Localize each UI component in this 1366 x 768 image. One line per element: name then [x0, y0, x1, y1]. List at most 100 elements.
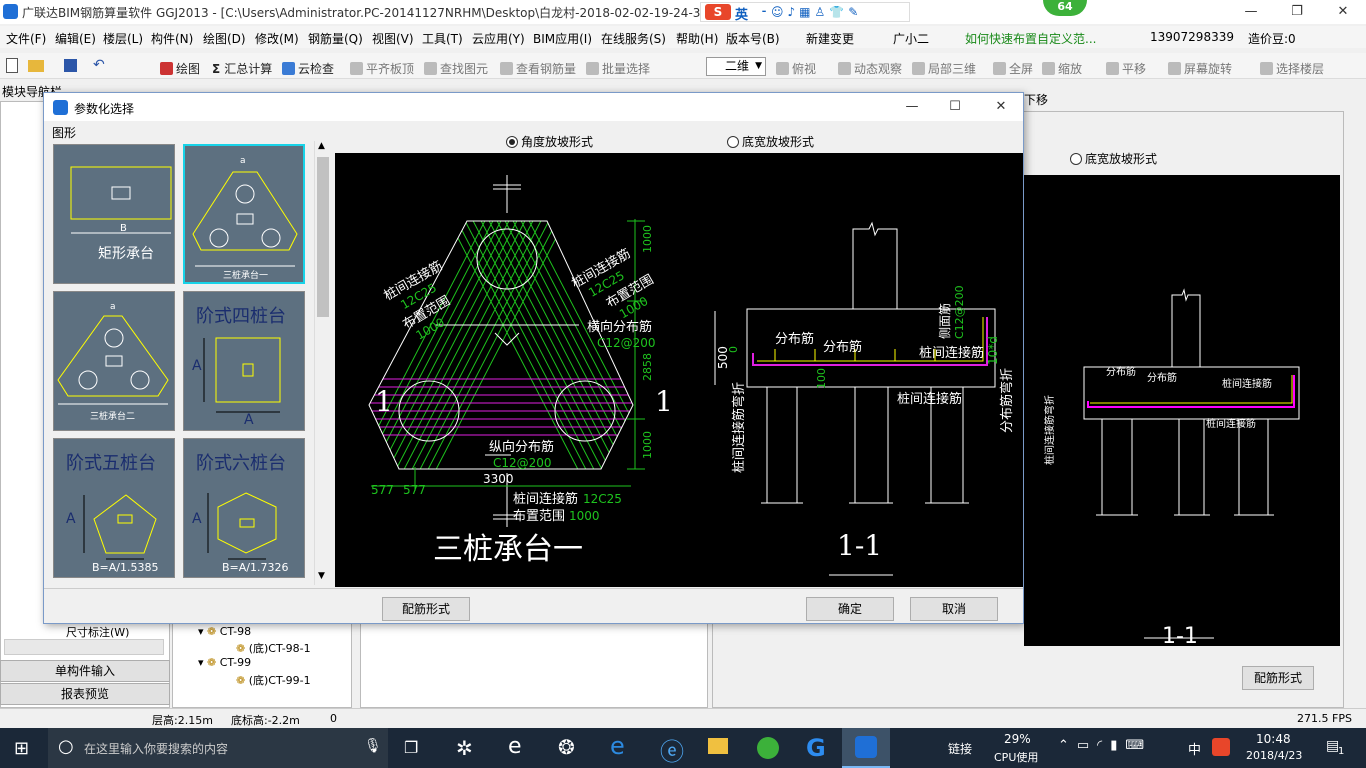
dialog-minimize-button[interactable]: — [889, 95, 935, 119]
menu-floor[interactable]: 楼层(L) [103, 30, 143, 47]
title-bar: 广联达BIM钢筋算量软件 GGJ2013 - [C:\Users\Adminis… [0, 0, 1366, 24]
align-slab-button[interactable]: 平齐板顶 [350, 60, 414, 77]
green-app-icon[interactable] [757, 737, 779, 759]
radio-bottom-width-slope[interactable]: 底宽放坡形式 [727, 133, 814, 150]
shape-three-pile-one[interactable]: a 三桩承台一 [183, 144, 305, 284]
tree-item-ct99-1[interactable]: ❁ (底)CT-99-1 [236, 672, 311, 688]
clock-date[interactable]: 2018/4/23 [1246, 749, 1302, 762]
taskbar-search[interactable]: ○ 在这里输入你要搜索的内容 🎙 [48, 728, 388, 768]
start-icon[interactable]: ⊞ [14, 738, 29, 759]
dynamic-view-button[interactable]: 动态观察 [838, 60, 902, 77]
move-down-label[interactable]: 下移 [1024, 91, 1048, 108]
edge-icon-2[interactable]: e [610, 732, 625, 760]
mic-icon[interactable]: 🎙 [364, 738, 382, 754]
cancel-button[interactable]: 取消 [910, 597, 998, 621]
help-link[interactable]: 如何快速布置自定义范... [965, 30, 1096, 47]
label-cross-dist-val: C12@200 [597, 336, 656, 350]
g-app-icon[interactable]: G [806, 734, 826, 762]
property-panel [360, 613, 708, 708]
tree-item-ct98-1[interactable]: ❁ (底)CT-98-1 [236, 640, 311, 656]
close-button[interactable]: ✕ [1320, 0, 1366, 24]
edge-icon-1[interactable]: e [508, 734, 522, 759]
bg-section-title: 1-1 [1162, 624, 1198, 646]
local-3d-button[interactable]: 局部三维 [912, 60, 976, 77]
draw-button[interactable]: 绘图 [160, 60, 200, 77]
shape-rect-cap[interactable]: B 矩形承台 [53, 144, 175, 284]
ggj-app-icon[interactable] [842, 728, 890, 768]
menu-component[interactable]: 构件(N) [151, 30, 193, 47]
dialog-maximize-button[interactable]: ☐ [932, 95, 978, 119]
view-rebar-button[interactable]: 查看钢筋量 [500, 60, 576, 77]
pan-button[interactable]: 平移 [1106, 60, 1146, 77]
notification-badge[interactable]: 64 [1043, 0, 1087, 16]
menu-rebar[interactable]: 钢筋量(Q) [308, 30, 363, 47]
top-view-button[interactable]: 俯视 [776, 60, 816, 77]
three-pile-one-dim: a [240, 156, 246, 166]
menu-edit[interactable]: 编辑(E) [55, 30, 96, 47]
zoom-button[interactable]: 缩放 [1042, 60, 1082, 77]
menu-online[interactable]: 在线服务(S) [601, 30, 666, 47]
shape-step-five-pile[interactable]: 阶式五桩台 A B=A/1.5385 [53, 438, 175, 578]
tray-icons[interactable]: ⌃▭◜▮⌨ [1058, 738, 1152, 753]
fps-readout: 271.5 FPS [1297, 712, 1352, 725]
dialog-close-button[interactable]: ✕ [978, 95, 1024, 119]
swirl-app-icon[interactable]: ❂ [558, 735, 575, 759]
ime-lang[interactable]: 英 [735, 4, 748, 23]
menu-file[interactable]: 文件(F) [6, 30, 46, 47]
nav-scrollbar[interactable] [4, 639, 164, 655]
clock-time[interactable]: 10:48 [1256, 732, 1291, 746]
bg-radio-bottom-width[interactable]: 底宽放坡形式 [1070, 150, 1157, 167]
undo-icon[interactable]: ↶ [93, 57, 105, 73]
explorer-icon[interactable] [708, 738, 728, 754]
cloud-check-button[interactable]: 云检查 [282, 60, 334, 77]
single-input-button[interactable]: 单构件输入 [0, 660, 170, 682]
fullscreen-button[interactable]: 全屏 [993, 60, 1033, 77]
tree-item-ct99[interactable]: ▾ ❁ CT-99 [198, 656, 251, 669]
rebar-config-button[interactable]: 配筋形式 [382, 597, 470, 621]
bg-link-label-2: 桩间连接筋 [1206, 417, 1256, 430]
ok-button[interactable]: 确定 [806, 597, 894, 621]
save-icon[interactable] [64, 59, 77, 72]
shape-step-four-pile[interactable]: 阶式四桩台 A A [183, 291, 305, 431]
shape-three-pile-two[interactable]: a 三桩承台二 [53, 291, 175, 431]
ime-toolbar[interactable]: S 英 ⁃☺♪▦♙👕✎ [700, 2, 910, 23]
sogou-tray-icon[interactable] [1212, 738, 1230, 756]
find-element-button[interactable]: 查找图元 [424, 60, 488, 77]
menu-modify[interactable]: 修改(M) [255, 30, 299, 47]
link-label[interactable]: 链接 [948, 740, 972, 757]
menu-help[interactable]: 帮助(H) [676, 30, 718, 47]
shape-list-scrollbar[interactable]: ▲ ▼ [314, 141, 330, 585]
view-mode-select[interactable]: 二维 ▼ [706, 57, 766, 76]
menu-cloud[interactable]: 云应用(Y) [472, 30, 525, 47]
menu-version[interactable]: 版本号(B) [726, 30, 780, 47]
scroll-down-arrow[interactable]: ▼ [318, 571, 325, 581]
cost-bean[interactable]: 造价豆:0 [1248, 30, 1296, 47]
rotate-button[interactable]: 屏幕旋转 [1168, 60, 1232, 77]
radio-angle-slope[interactable]: 角度放坡形式 [506, 133, 593, 150]
fan-app-icon[interactable]: ✲ [456, 736, 473, 760]
menu-view[interactable]: 视图(V) [372, 30, 414, 47]
dim-label-item[interactable]: 尺寸标注(W) [66, 624, 129, 640]
menu-tools[interactable]: 工具(T) [422, 30, 463, 47]
minimize-button[interactable]: — [1228, 0, 1274, 24]
scroll-up-arrow[interactable]: ▲ [318, 141, 325, 151]
batch-select-button[interactable]: 批量选择 [586, 60, 650, 77]
tree-item-ct98[interactable]: ▾ ❁ CT-98 [198, 625, 251, 638]
report-preview-button[interactable]: 报表预览 [0, 683, 170, 705]
menu-new-change[interactable]: 新建变更 [806, 30, 854, 47]
select-floor-button[interactable]: 选择楼层 [1260, 60, 1324, 77]
bg-config-button[interactable]: 配筋形式 [1242, 666, 1314, 690]
menu-bim[interactable]: BIM应用(I) [533, 30, 592, 47]
shape-step-six-pile[interactable]: 阶式六桩台 A B=A/1.7326 [183, 438, 305, 578]
task-view-icon[interactable]: ❐ [404, 738, 418, 757]
scroll-thumb[interactable] [317, 157, 329, 317]
ime-indicator[interactable]: 中 [1188, 739, 1201, 758]
menu-assistant[interactable]: 广小二 [893, 30, 929, 47]
open-icon[interactable] [28, 60, 44, 72]
menu-draw[interactable]: 绘图(D) [203, 30, 246, 47]
restore-button[interactable]: ❐ [1274, 0, 1320, 24]
new-icon[interactable] [6, 58, 18, 73]
user-phone[interactable]: 13907298339 [1150, 30, 1234, 44]
sum-button[interactable]: Σ 汇总计算 [212, 60, 272, 77]
ie-icon[interactable]: ⓔ [660, 732, 684, 767]
